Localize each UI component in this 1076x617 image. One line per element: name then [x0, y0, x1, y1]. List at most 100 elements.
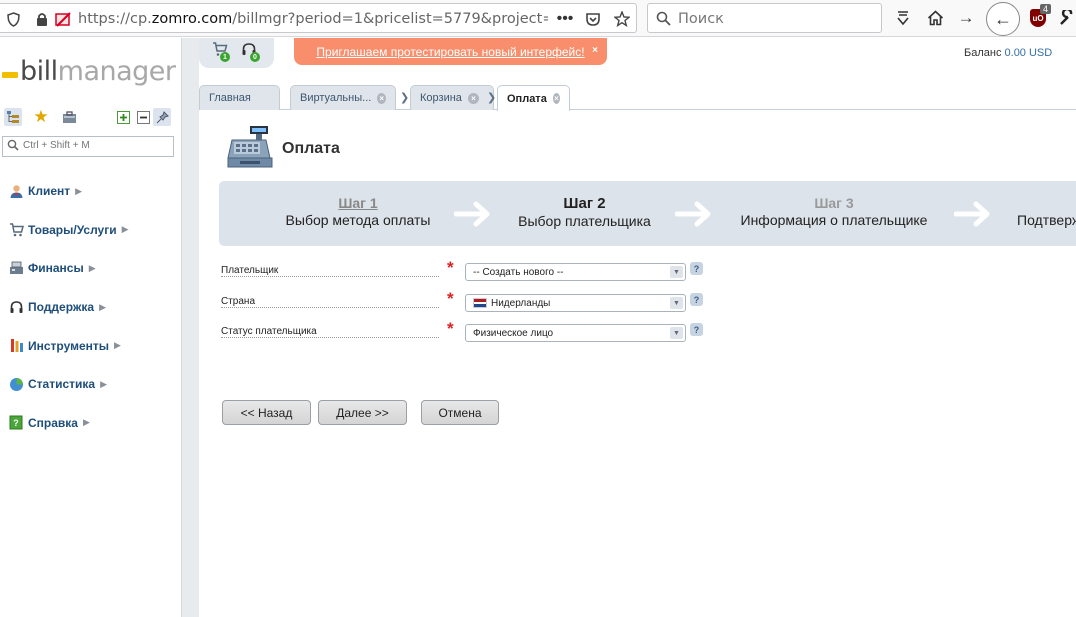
breadcrumb-chevron-icon: ❯: [400, 92, 410, 104]
browser-toolbar: https://cp.zomro.com/billmgr?period=1&pr…: [0, 0, 1076, 37]
chevron-down-icon: ▼: [670, 327, 683, 339]
client-icon: [8, 183, 24, 199]
headset-icon: [8, 299, 24, 315]
payer-status-select[interactable]: Физическое лицо ▼: [465, 324, 686, 342]
step-arrow-icon: [454, 201, 490, 227]
required-mark: *: [447, 319, 454, 338]
tree-view-icon[interactable]: [4, 108, 22, 126]
wizard-step-3: Шаг 3 Информация о плательщике: [740, 195, 928, 228]
sidebar-menu: Клиент ▶ Товары/Услуги ▶ Финансы ▶ Поддержк…: [0, 172, 180, 442]
search-icon: [654, 9, 672, 27]
tools-icon: [8, 338, 24, 354]
sidebar-item-finance[interactable]: Финансы ▶: [0, 249, 180, 288]
promo-link[interactable]: Приглашаем протестировать новый интерфей…: [316, 45, 584, 59]
sidebar-item-tools[interactable]: Инструменты ▶: [0, 326, 180, 365]
library-icon[interactable]: [894, 9, 912, 27]
home-icon[interactable]: [926, 9, 944, 27]
tab-payment[interactable]: Оплата ×: [497, 85, 570, 111]
sidebar-item-help[interactable]: ? Справка ▶: [0, 404, 180, 443]
cash-register-icon: [226, 124, 274, 170]
chevron-right-icon: ▶: [88, 262, 96, 273]
sidebar-splitter[interactable]: [181, 38, 199, 617]
country-select[interactable]: Нидерланды ▼: [465, 294, 686, 312]
step-arrow-icon: [954, 201, 990, 227]
wrench-icon[interactable]: [1058, 9, 1076, 27]
search-placeholder: Поиск: [678, 11, 724, 27]
logo-mark-icon: [2, 72, 18, 78]
breadcrumb-chevron-icon: ❯: [487, 92, 497, 104]
tab-close-icon[interactable]: ×: [377, 92, 386, 104]
url-bar[interactable]: https://cp.zomro.com/billmgr?period=1&pr…: [0, 3, 637, 33]
promo-close-button[interactable]: ×: [592, 45, 598, 56]
back-button[interactable]: << Назад: [222, 400, 311, 425]
sidebar-item-products[interactable]: Товары/Услуги ▶: [0, 211, 180, 250]
pie-chart-icon: [8, 376, 24, 392]
wizard-step-1[interactable]: Шаг 1 Выбор метода оплаты: [273, 195, 443, 228]
more-actions-icon[interactable]: •••: [556, 10, 574, 28]
lock-icon[interactable]: [33, 10, 51, 28]
tab-close-icon[interactable]: ×: [467, 92, 479, 104]
shield-icon[interactable]: [4, 10, 22, 28]
tab-virtual[interactable]: Виртуальны... ×: [290, 85, 396, 110]
country-label: Страна: [221, 296, 260, 307]
chevron-right-icon: ▶: [114, 340, 121, 351]
required-mark: *: [447, 289, 454, 308]
step-arrow-icon: [675, 201, 711, 227]
next-button[interactable]: Далее >>: [318, 400, 407, 425]
payer-select[interactable]: -- Создать нового -- ▼: [465, 263, 686, 281]
support-count-badge: 0: [250, 52, 260, 62]
help-icon[interactable]: ?: [690, 293, 703, 306]
page-title: Оплата: [282, 140, 340, 157]
favorites-star-icon[interactable]: ★: [32, 107, 50, 126]
payer-status-label: Статус плательщика: [221, 326, 321, 337]
netherlands-flag-icon: [473, 298, 487, 308]
sidebar-item-client[interactable]: Клиент ▶: [0, 172, 180, 211]
chevron-right-icon: ▶: [99, 301, 106, 312]
tab-cart[interactable]: Корзина ×: [410, 85, 494, 110]
chevron-right-icon: ▶: [100, 378, 107, 389]
tab-close-icon[interactable]: ×: [552, 93, 560, 104]
promo-banner: Приглашаем протестировать новый интерфей…: [294, 38, 607, 65]
collapse-all-icon[interactable]: [134, 108, 152, 126]
cancel-button[interactable]: Отмена: [421, 400, 499, 425]
sidebar-item-support[interactable]: Поддержка ▶: [0, 288, 180, 327]
sidebar-toolbar: ★: [4, 107, 174, 128]
help-book-icon: ?: [8, 415, 24, 431]
pin-icon[interactable]: [153, 108, 171, 126]
sidebar-search[interactable]: [2, 136, 174, 157]
form-row-country: Страна * Нидерланды ▼ ?: [221, 289, 711, 314]
billmanager-logo[interactable]: billmanager: [2, 56, 176, 87]
chevron-down-icon: ▼: [670, 266, 683, 278]
wizard-step-2: Шаг 2 Выбор плательщика: [518, 195, 651, 229]
pocket-icon[interactable]: [584, 10, 602, 28]
forward-arrow-icon[interactable]: →: [957, 8, 975, 27]
expand-all-icon[interactable]: [114, 108, 132, 126]
chevron-down-icon: ▼: [670, 297, 683, 309]
search-bar[interactable]: Поиск: [647, 3, 882, 33]
sidebar-search-input[interactable]: [23, 140, 171, 151]
balance-label: Баланс: [964, 47, 1002, 59]
tab-home[interactable]: Главная: [199, 85, 280, 110]
insecure-content-icon[interactable]: [54, 10, 72, 28]
chevron-right-icon: ▶: [75, 185, 83, 196]
help-icon[interactable]: ?: [690, 262, 703, 275]
wizard-step-4: Подтверж: [1017, 212, 1076, 228]
header-quick-icons: 1 0: [199, 38, 274, 68]
briefcase-icon[interactable]: [60, 108, 78, 126]
back-arrow-icon: ←: [994, 8, 1012, 29]
sidebar-item-statistics[interactable]: Статистика ▶: [0, 365, 180, 404]
finance-icon: [8, 260, 24, 276]
help-icon[interactable]: ?: [690, 323, 703, 336]
label-leader: [221, 307, 439, 308]
form-row-payer-status: Статус плательщика * Физическое лицо ▼ ?: [221, 319, 711, 344]
required-mark: *: [447, 258, 454, 277]
form-row-payer: Плательщик * -- Создать нового -- ▼ ?: [221, 258, 711, 283]
balance-value[interactable]: 0.00 USD: [1005, 47, 1053, 59]
cart-count-badge: 1: [220, 52, 230, 62]
label-leader: [221, 276, 439, 277]
chevron-right-icon: ▶: [82, 417, 90, 428]
back-button[interactable]: ←: [986, 2, 1020, 36]
bookmark-star-icon[interactable]: [613, 10, 631, 28]
url-text[interactable]: https://cp.zomro.com/billmgr?period=1&pr…: [78, 11, 548, 27]
chevron-right-icon: ▶: [121, 224, 129, 235]
